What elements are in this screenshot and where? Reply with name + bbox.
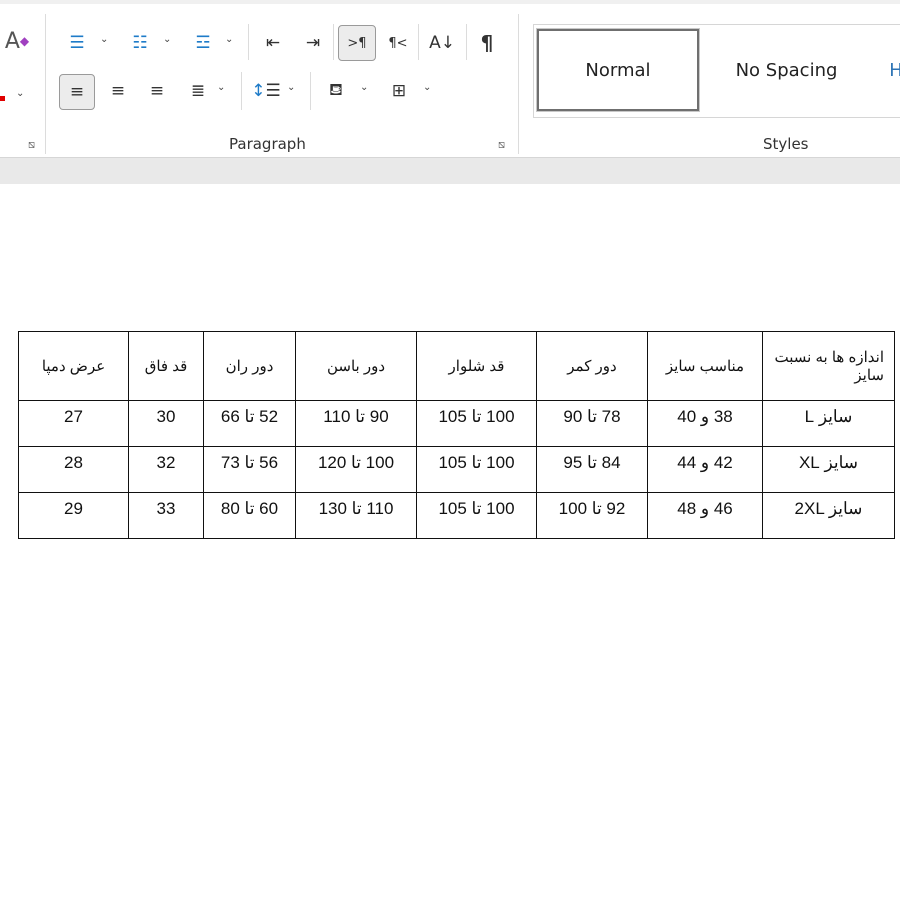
table-cell: 32 xyxy=(128,446,204,493)
style-normal[interactable]: Normal xyxy=(536,28,700,112)
style-heading-partial[interactable]: H xyxy=(886,29,900,111)
table-cell: 100 تا 105 xyxy=(416,446,537,493)
table-cell: 27 xyxy=(18,400,129,447)
paragraph-group-label: Paragraph xyxy=(229,135,306,153)
header-cell: دور ران xyxy=(203,331,296,401)
increase-indent-icon[interactable]: ⇥ xyxy=(298,28,328,58)
align-left-button[interactable]: ≡ xyxy=(59,74,95,110)
header-cell: دور باسن xyxy=(295,331,417,401)
table-cell: سایز XL xyxy=(762,446,895,493)
align-right-button[interactable]: ≡ xyxy=(142,76,172,106)
styles-gallery: Normal No Spacing H xyxy=(533,24,900,118)
table-cell: 56 تا 73 xyxy=(203,446,296,493)
table-cell: 28 xyxy=(18,446,129,493)
header-cell: قد شلوار xyxy=(416,331,537,401)
table-cell: 30 xyxy=(128,400,204,447)
table-cell: 100 تا 105 xyxy=(416,400,537,447)
size-table: اندازه ها به نسبت سایز مناسب سایز دور کم… xyxy=(18,331,895,539)
document-page[interactable] xyxy=(0,184,900,900)
table-cell: 2XL سایز xyxy=(762,492,895,539)
table-cell: 110 تا 130 xyxy=(295,492,417,539)
sort-button[interactable]: A↓ xyxy=(425,28,459,58)
show-marks-button[interactable]: ¶ xyxy=(472,28,502,58)
table-cell: 60 تا 80 xyxy=(203,492,296,539)
numbering-dropdown[interactable]: ⌄ xyxy=(163,34,171,45)
style-label: Normal xyxy=(585,59,651,81)
line-spacing-dropdown[interactable]: ⌄ xyxy=(287,82,295,93)
header-cell: قد فاق xyxy=(128,331,204,401)
font-color-swatch[interactable] xyxy=(0,96,5,101)
table-cell: 52 تا 66 xyxy=(203,400,296,447)
shading-icon[interactable]: ⛾ xyxy=(320,76,352,106)
table-cell: 92 تا 100 xyxy=(536,492,648,539)
ltr-icon: >¶ xyxy=(347,35,367,51)
clear-formatting-icon[interactable]: A ◆ xyxy=(2,26,32,56)
align-center-button[interactable]: ≡ xyxy=(103,76,133,106)
borders-dropdown[interactable]: ⌄ xyxy=(423,82,431,93)
multilevel-list-dropdown[interactable]: ⌄ xyxy=(225,34,233,45)
table-cell: 29 xyxy=(18,492,129,539)
rtl-icon: ¶< xyxy=(388,35,408,51)
header-cell: دور کمر xyxy=(536,331,648,401)
bullets-icon[interactable]: ☰ xyxy=(62,28,92,58)
bullets-dropdown[interactable]: ⌄ xyxy=(100,34,108,45)
font-dialog-launcher[interactable]: ⧅ xyxy=(28,138,35,152)
table-cell: 33 xyxy=(128,492,204,539)
table-cell: 46 و 48 xyxy=(647,492,763,539)
ltr-direction-button[interactable]: >¶ xyxy=(338,25,376,61)
paragraph-dialog-launcher[interactable]: ⧅ xyxy=(498,138,505,152)
table-row: سایز XL 42 و 44 84 تا 95 100 تا 105 100 … xyxy=(18,446,895,493)
borders-icon[interactable]: ⊞ xyxy=(383,76,415,106)
style-no-spacing[interactable]: No Spacing xyxy=(704,29,869,111)
table-cell: 100 تا 120 xyxy=(295,446,417,493)
ruler-area xyxy=(0,157,900,185)
sort-icon: A↓ xyxy=(429,33,455,53)
table-cell: 42 و 44 xyxy=(647,446,763,493)
justify-button[interactable]: ≣ xyxy=(183,76,213,106)
header-cell: مناسب سایز xyxy=(647,331,763,401)
decrease-indent-icon[interactable]: ⇤ xyxy=(258,28,288,58)
styles-group-label: Styles xyxy=(763,135,809,153)
header-cell: عرض دمپا xyxy=(18,331,129,401)
line-spacing-icon[interactable]: ↕ ☰ xyxy=(250,76,282,106)
header-cell: اندازه ها به نسبت سایز xyxy=(762,331,895,401)
rtl-direction-button[interactable]: ¶< xyxy=(383,28,413,58)
font-color-dropdown[interactable]: ⌄ xyxy=(16,88,24,99)
multilevel-list-icon[interactable]: ☲ xyxy=(188,28,218,58)
shading-dropdown[interactable]: ⌄ xyxy=(360,82,368,93)
table-cell: 38 و 40 xyxy=(647,400,763,447)
table-cell: سایز L xyxy=(762,400,895,447)
numbering-icon[interactable]: ☷ xyxy=(125,28,155,58)
table-cell: 78 تا 90 xyxy=(536,400,648,447)
style-label: No Spacing xyxy=(735,59,838,81)
table-cell: 90 تا 110 xyxy=(295,400,417,447)
justify-dropdown[interactable]: ⌄ xyxy=(217,82,225,93)
table-row: سایز L 38 و 40 78 تا 90 100 تا 105 90 تا… xyxy=(18,400,895,447)
pilcrow-icon: ¶ xyxy=(480,31,494,55)
table-cell: 84 تا 95 xyxy=(536,446,648,493)
table-row: 2XL سایز 46 و 48 92 تا 100 100 تا 105 11… xyxy=(18,492,895,539)
ribbon: A ◆ ⌄ ⧅ ☰ ⌄ ☷ ⌄ ☲ ⌄ ⇤ ⇥ >¶ ¶< A↓ ¶ ≡ ≡ ≡ … xyxy=(0,0,900,157)
table-cell: 100 تا 105 xyxy=(416,492,537,539)
table-header-row: اندازه ها به نسبت سایز مناسب سایز دور کم… xyxy=(18,331,895,401)
